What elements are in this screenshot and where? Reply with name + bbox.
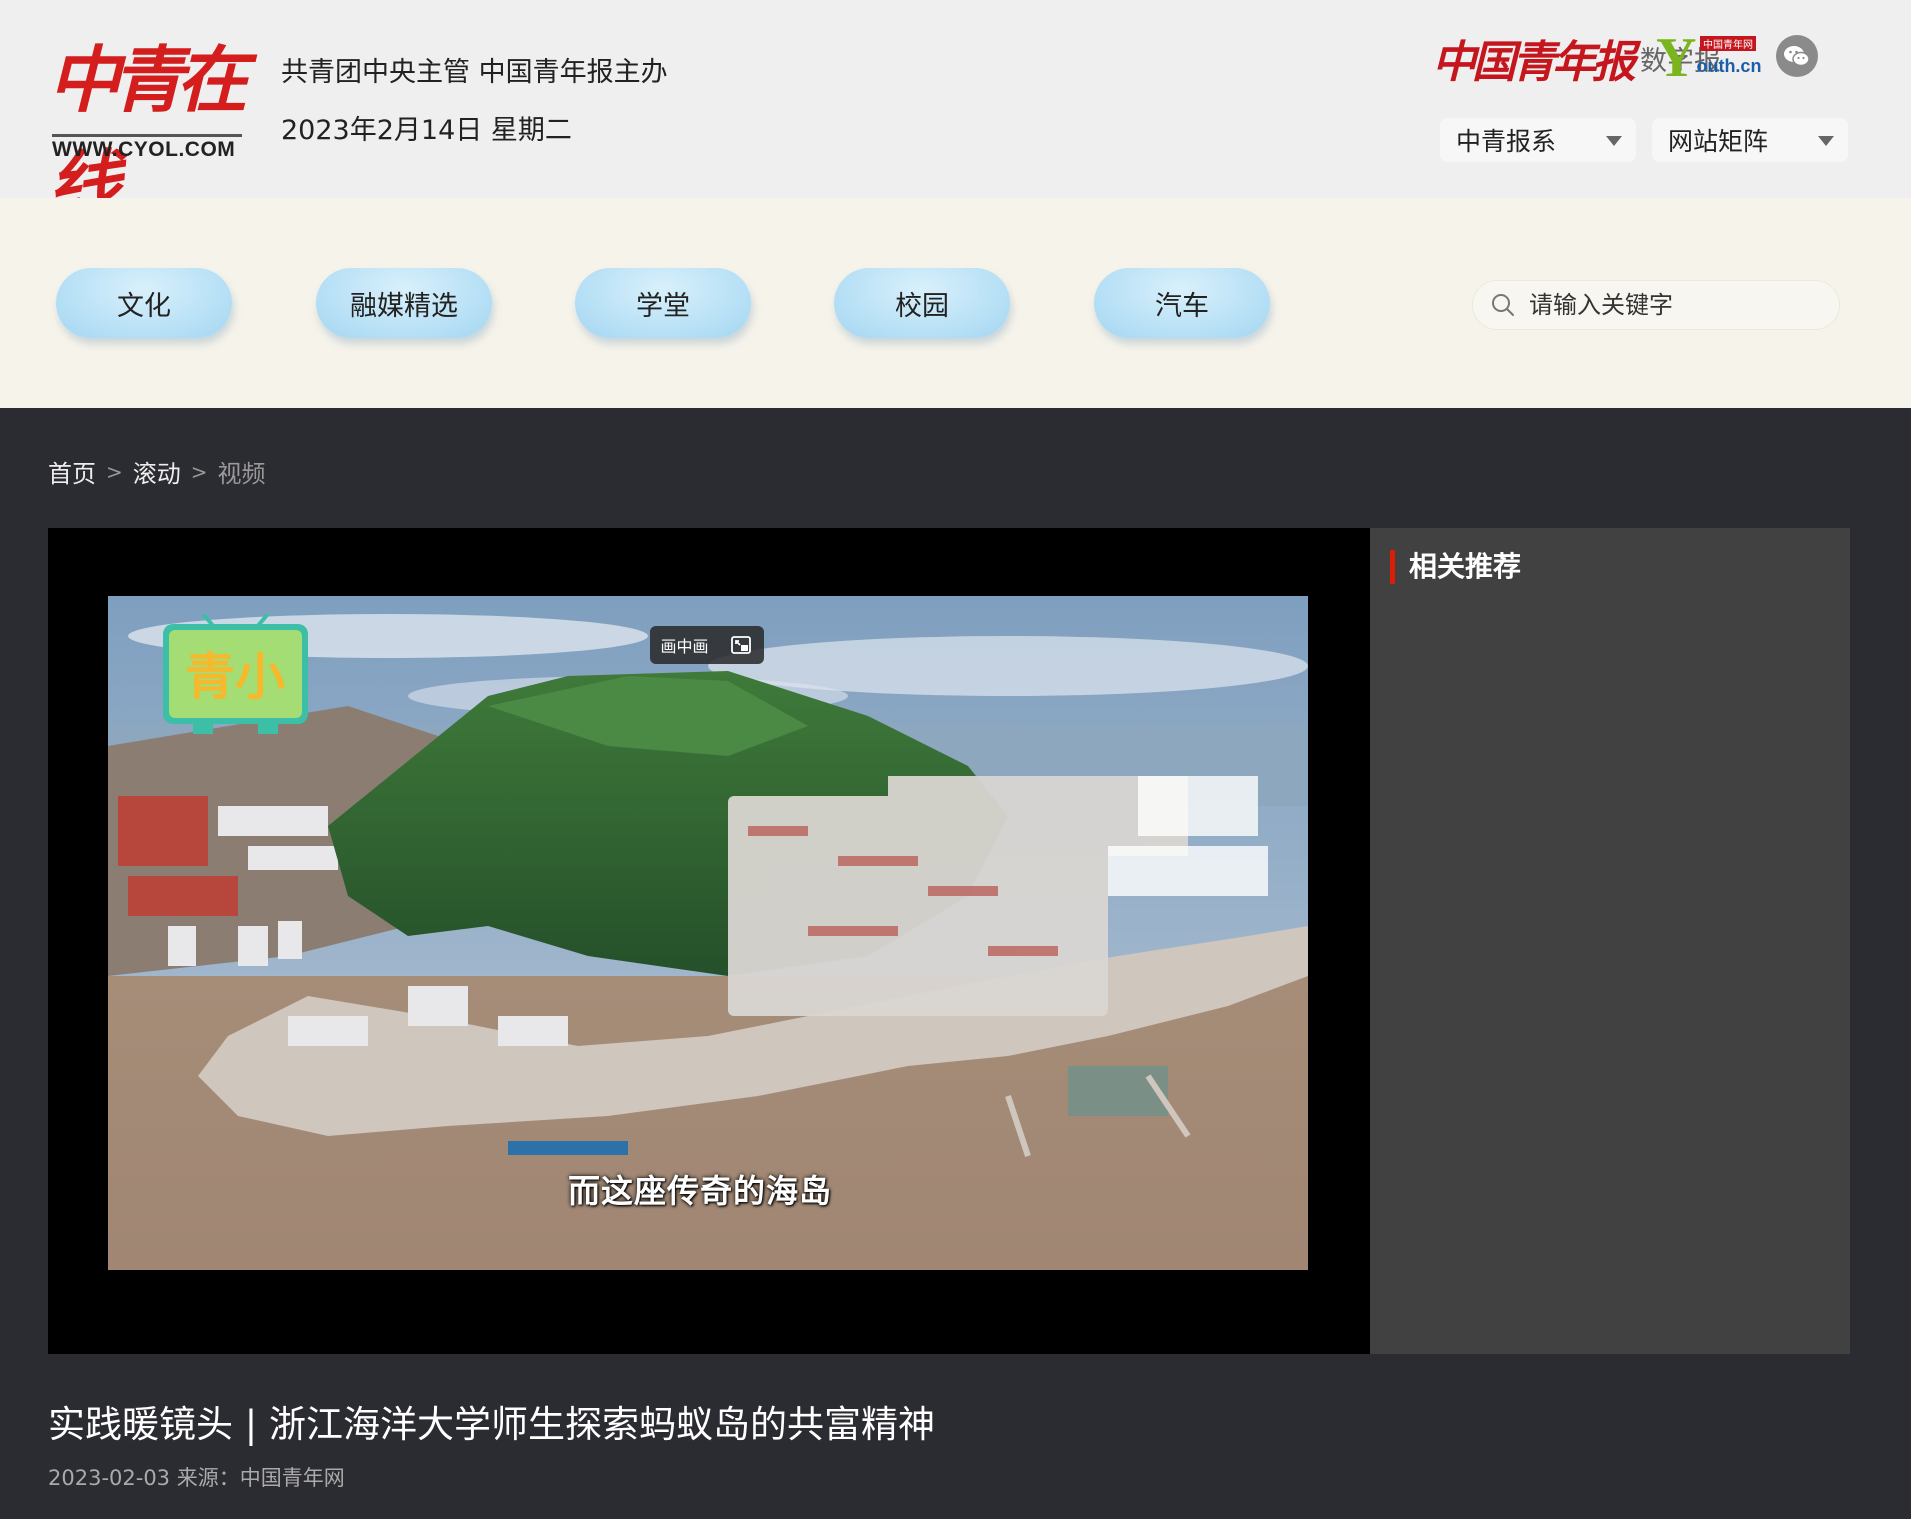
nav-item-media-picks[interactable]: 融媒精选 (316, 268, 492, 338)
youth-logo-y: Y (1656, 27, 1697, 89)
paper-logo: 中国青年报 (1432, 37, 1636, 88)
dropdown-label: 中青报系 (1456, 127, 1557, 156)
nav-item-culture[interactable]: 文化 (56, 268, 232, 338)
site-header: 中青在线 WWW.CYOL.COM 共青团中央主管 中国青年报主办 2023年2… (0, 0, 1911, 226)
search-box[interactable] (1472, 280, 1840, 330)
logo-chinese: 中青在线 (48, 37, 248, 226)
current-date: 2023年2月14日 星期二 (281, 115, 572, 146)
picture-in-picture-button[interactable]: 画中画 (650, 626, 764, 664)
channel-logo-text: 青小 (185, 648, 285, 706)
youth-logo-tag: 中国青年网 (1700, 36, 1756, 51)
breadcrumb-rolling[interactable]: 滚动 (133, 454, 181, 489)
breadcrumb: 首页 > 滚动 > 视频 (48, 454, 266, 489)
pip-icon (731, 636, 752, 654)
channel-nav: 文化 融媒精选 学堂 校园 汽车 (0, 198, 1911, 408)
sponsor-text: 共青团中央主管 中国青年报主办 (281, 57, 668, 88)
search-icon (1492, 294, 1514, 316)
article-meta: 2023-02-03 来源：中国青年网 (48, 1466, 345, 1490)
related-title: 相关推荐 (1390, 550, 1521, 584)
pip-label: 画中画 (660, 637, 709, 656)
logo-url: WWW.CYOL.COM (52, 138, 236, 161)
youth-logo-text: outh.cn (1696, 55, 1762, 76)
site-logo[interactable]: 中青在线 WWW.CYOL.COM (48, 28, 248, 226)
nav-item-academy[interactable]: 学堂 (575, 268, 751, 338)
nav-item-auto[interactable]: 汽车 (1094, 268, 1270, 338)
breadcrumb-home[interactable]: 首页 (48, 454, 96, 489)
wechat-glyph (1784, 46, 1810, 67)
dropdown-cyd-papers[interactable]: 中青报系 (1440, 118, 1636, 162)
dropdown-site-matrix[interactable]: 网站矩阵 (1652, 118, 1848, 162)
youth-cn-link[interactable]: Y outh.cn 中国青年网 (1656, 28, 1761, 88)
article-title: 实践暖镜头 | 浙江海洋大学师生探索蚂蚁岛的共富精神 (48, 1403, 935, 1446)
breadcrumb-current: 视频 (217, 460, 266, 488)
breadcrumb-separator: > (190, 459, 208, 484)
search-input[interactable] (1529, 291, 1829, 319)
nav-item-campus[interactable]: 校园 (834, 268, 1010, 338)
dropdown-label: 网站矩阵 (1668, 127, 1769, 156)
chevron-down-icon (1818, 136, 1834, 146)
related-panel: 相关推荐 (1370, 528, 1850, 1354)
video-player[interactable]: 青小 画中画 而这座传奇的海岛 (48, 528, 1370, 1354)
logo-divider (52, 134, 242, 137)
breadcrumb-separator: > (106, 459, 123, 484)
chevron-down-icon (1606, 136, 1622, 146)
video-subtitle: 而这座传奇的海岛 (568, 1172, 833, 1210)
wechat-icon[interactable] (1776, 35, 1818, 77)
channel-logo-badge: 青小 (163, 614, 308, 734)
video-frame[interactable]: 青小 画中画 而这座传奇的海岛 (108, 596, 1308, 1270)
